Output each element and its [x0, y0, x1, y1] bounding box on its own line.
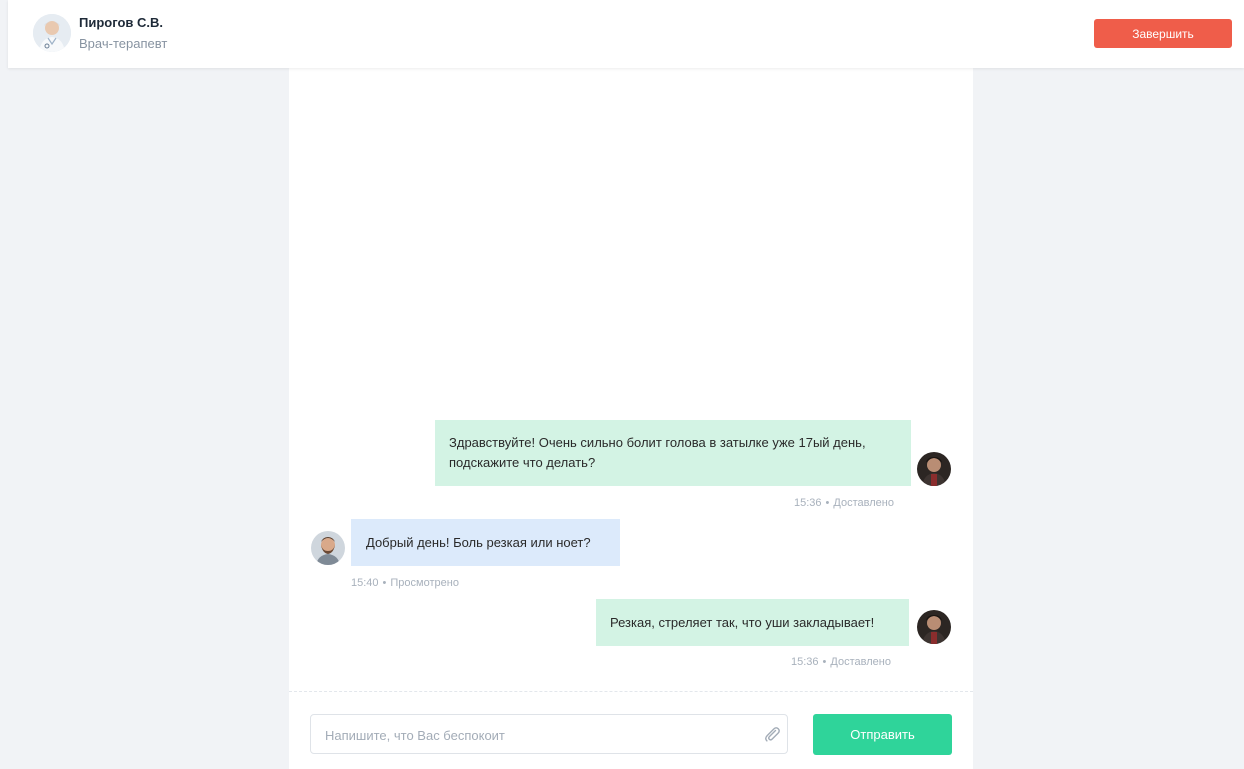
message-time: 15:36 — [794, 497, 822, 509]
patient-avatar — [917, 610, 951, 644]
doctor-role: Врач-терапевт — [79, 36, 168, 51]
message-time: 15:40 — [351, 577, 379, 589]
paperclip-icon[interactable] — [763, 725, 781, 743]
patient-avatar — [917, 452, 951, 486]
message-input[interactable] — [323, 715, 747, 755]
doctor-avatar[interactable] — [33, 14, 71, 52]
message-text: Резкая, стреляет так, что уши закладывае… — [610, 615, 875, 630]
message-bubble-patient: Здравствуйте! Очень сильно болит голова … — [435, 420, 911, 486]
message-status: Просмотрено — [390, 577, 459, 589]
message-status: Доставлено — [830, 656, 891, 668]
message-meta: 15:40 • Просмотрено — [351, 577, 459, 589]
message-bubble-doctor: Добрый день! Боль резкая или ноет? — [351, 519, 620, 566]
message-composer — [310, 714, 788, 755]
doctor-name: Пирогов С.В. — [79, 15, 164, 30]
send-button[interactable]: Отправить — [813, 714, 952, 755]
divider — [289, 691, 973, 692]
message-text: Здравствуйте! Очень сильно болит голова … — [449, 435, 866, 450]
message-meta: 15:36 • Доставлено — [794, 497, 894, 509]
message-text: подскажите что делать? — [449, 455, 596, 470]
message-bubble-patient: Резкая, стреляет так, что уши закладывае… — [596, 599, 909, 646]
message-text: Добрый день! Боль резкая или ноет? — [366, 535, 591, 550]
message-meta: 15:36 • Доставлено — [791, 656, 891, 668]
message-time: 15:36 — [791, 656, 819, 668]
doctor-chat-avatar — [311, 531, 345, 565]
finish-button[interactable]: Завершить — [1094, 19, 1232, 48]
top-header: Пирогов С.В. Врач-терапевт Завершить — [8, 0, 1244, 68]
chat-panel: Здравствуйте! Очень сильно болит голова … — [289, 68, 973, 769]
message-status: Доставлено — [833, 497, 894, 509]
